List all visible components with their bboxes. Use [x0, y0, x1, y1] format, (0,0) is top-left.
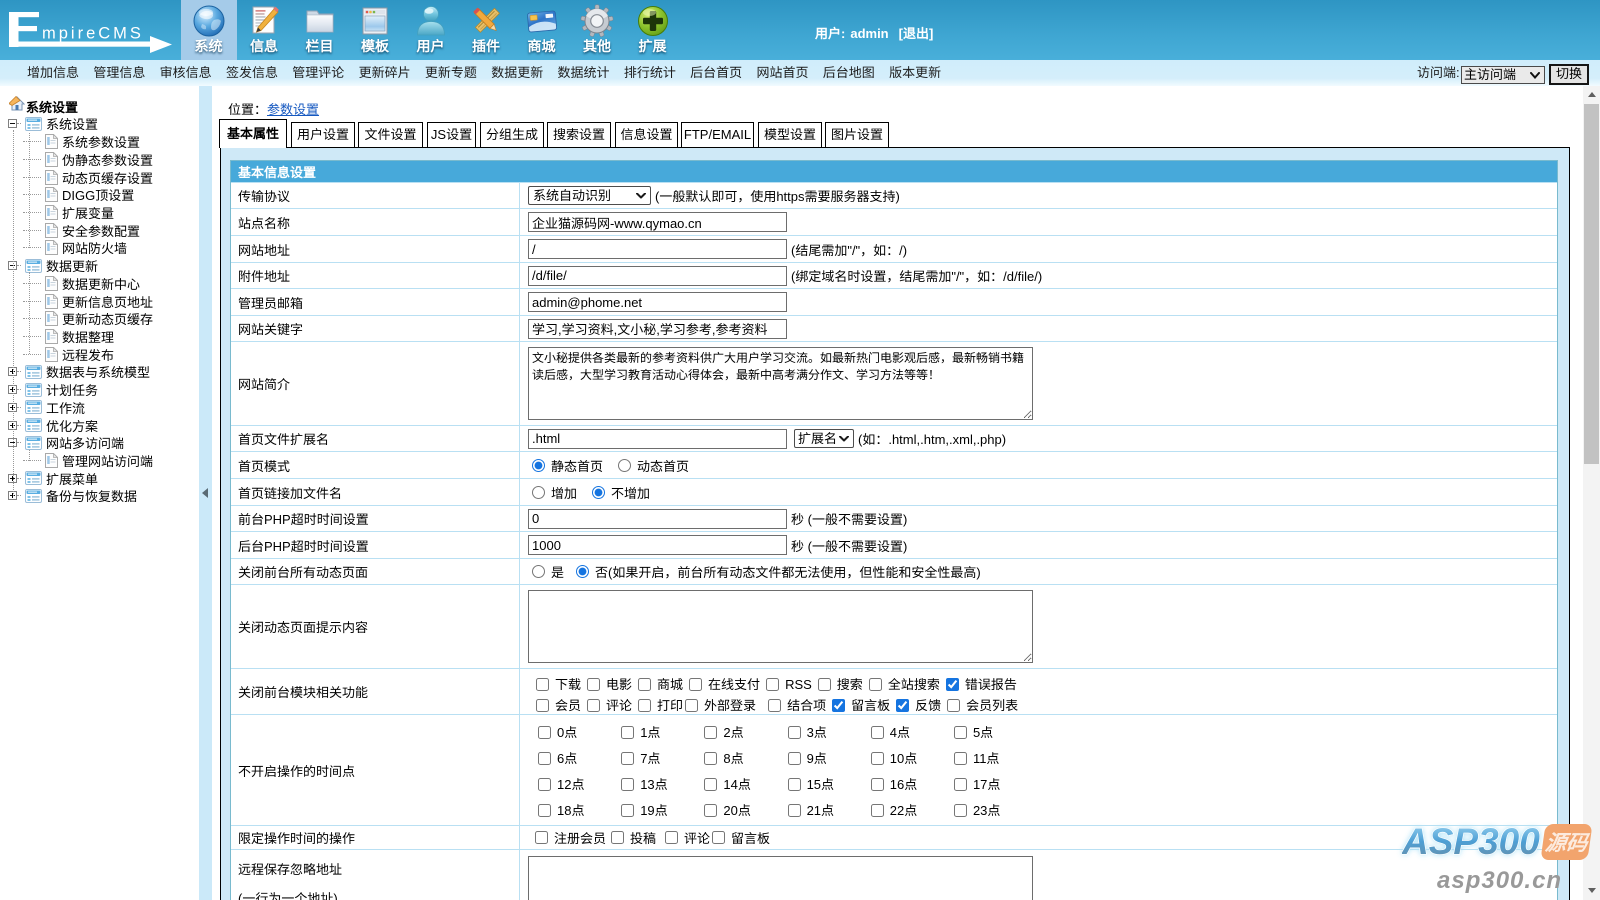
svg-text:mpireCMS: mpireCMS — [42, 25, 144, 43]
svg-text:ASP300: ASP300 — [1402, 821, 1540, 862]
